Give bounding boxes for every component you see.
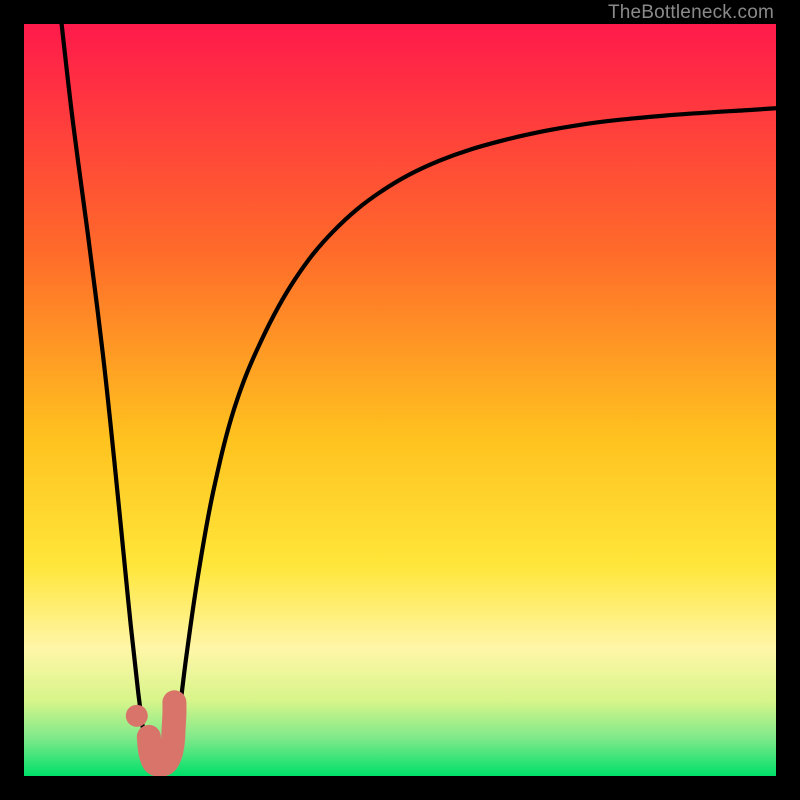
pink-marker-dot — [126, 705, 148, 727]
chart-svg — [24, 24, 776, 776]
chart-plot-area — [24, 24, 776, 776]
watermark-text: TheBottleneck.com — [608, 2, 774, 24]
chart-frame: TheBottleneck.com — [0, 0, 800, 800]
